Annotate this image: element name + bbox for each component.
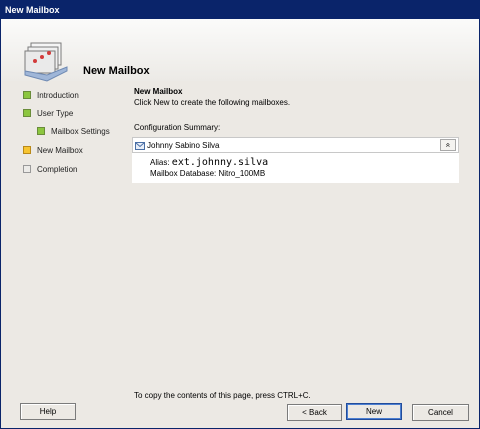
help-button[interactable]: Help xyxy=(20,403,76,420)
configuration-summary-panel: Johnny Sabino Silva » Alias: ext.johnny.… xyxy=(132,137,459,183)
configuration-summary-label: Configuration Summary: xyxy=(134,123,221,132)
back-button[interactable]: < Back xyxy=(287,404,342,421)
step-status-icon xyxy=(23,109,31,117)
window-title: New Mailbox xyxy=(1,1,479,19)
page-title: New Mailbox xyxy=(83,65,150,77)
new-button[interactable]: New xyxy=(346,403,402,420)
step-status-icon xyxy=(23,91,31,99)
cancel-button[interactable]: Cancel xyxy=(412,404,469,421)
copy-hint: To copy the contents of this page, press… xyxy=(134,391,311,400)
step-user-type[interactable]: User Type xyxy=(23,107,73,121)
summary-mailbox-name: Johnny Sabino Silva xyxy=(147,141,220,150)
step-mailbox-settings[interactable]: Mailbox Settings xyxy=(37,125,110,139)
chevron-up-icon: » xyxy=(442,142,452,148)
content-title: New Mailbox xyxy=(134,87,183,96)
summary-alias-line: Alias: ext.johnny.silva xyxy=(150,157,268,168)
mailbox-user-icon xyxy=(135,141,145,153)
alias-label: Alias: xyxy=(150,158,170,167)
summary-database-line: Mailbox Database: Nitro_100MB xyxy=(150,169,266,178)
step-completion[interactable]: Completion xyxy=(23,163,77,177)
new-mailbox-window: New Mailbox New Mailbox Introduction Use… xyxy=(0,0,480,429)
step-label: Introduction xyxy=(37,91,79,100)
step-label: Mailbox Settings xyxy=(51,127,110,136)
step-label: User Type xyxy=(37,109,74,118)
alias-value: ext.johnny.silva xyxy=(171,157,269,168)
summary-item-header[interactable]: Johnny Sabino Silva » xyxy=(132,137,459,153)
step-label: Completion xyxy=(37,165,78,174)
step-introduction[interactable]: Introduction xyxy=(23,89,79,103)
mailbox-stack-icon xyxy=(23,41,71,85)
step-label: New Mailbox xyxy=(37,146,83,155)
collapse-section-button[interactable]: » xyxy=(440,139,456,151)
step-status-icon xyxy=(37,127,45,135)
step-status-icon xyxy=(23,146,31,154)
header-panel: New Mailbox xyxy=(1,19,479,82)
content-description: Click New to create the following mailbo… xyxy=(134,98,291,107)
step-new-mailbox[interactable]: New Mailbox xyxy=(23,144,83,158)
step-status-icon xyxy=(23,165,31,173)
